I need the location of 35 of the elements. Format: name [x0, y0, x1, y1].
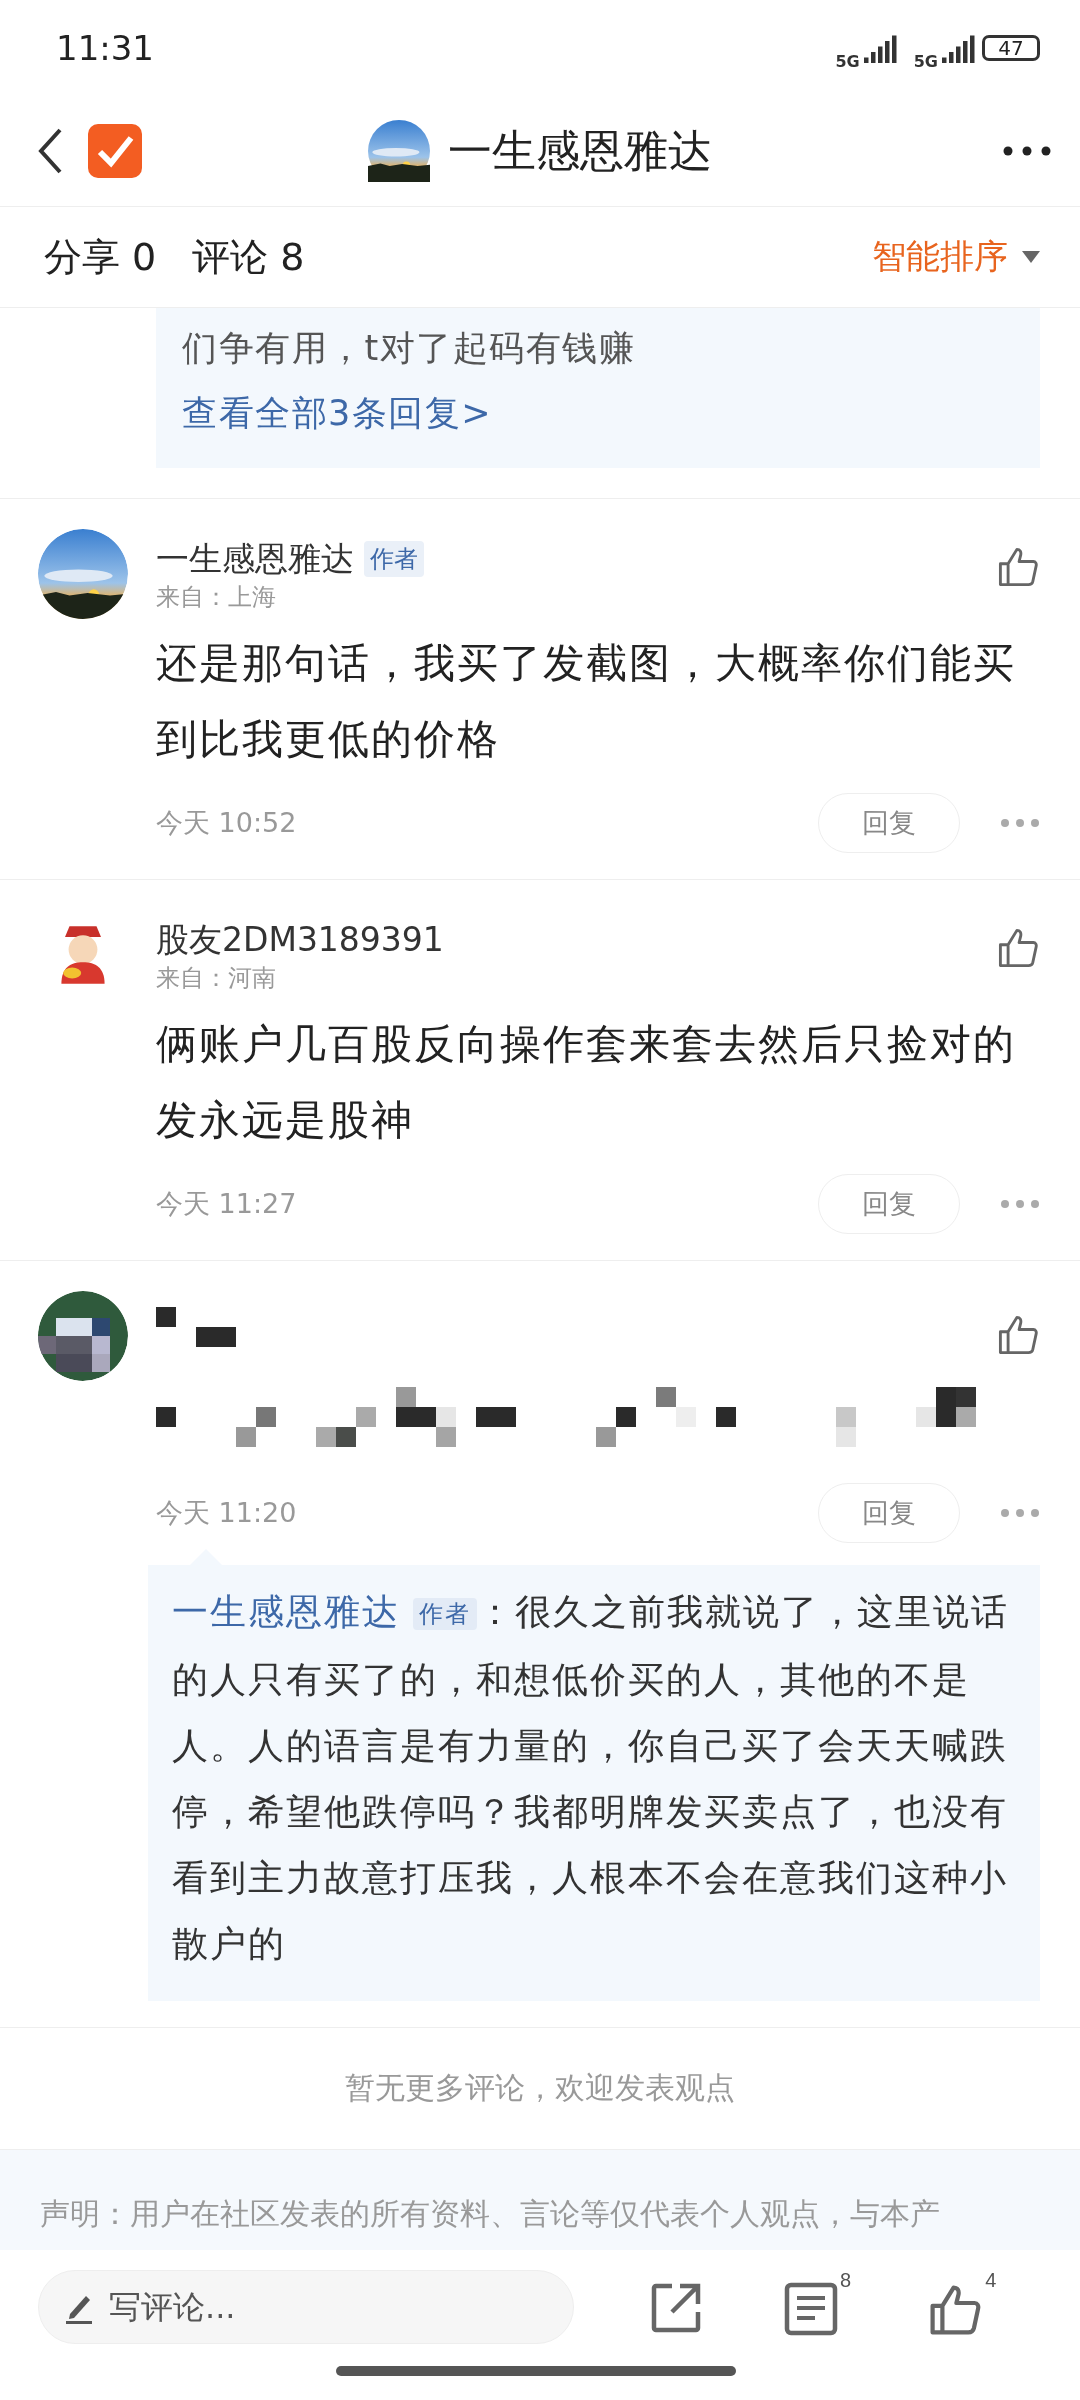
disclaimer-text: 声明：用户在社区发表的所有资料、言论等仅代表个人观点，与本产 [40, 2195, 941, 2233]
thumbs-up-icon[interactable] [996, 926, 1040, 970]
thumbs-up-icon[interactable] [996, 1313, 1040, 1357]
status-time: 11:31 [56, 28, 154, 68]
author-badge: 作者 [364, 541, 424, 577]
reply-button[interactable]: 回复 [818, 1174, 960, 1234]
like-button[interactable]: 4 [927, 2270, 997, 2338]
comment-text: 俩账户几百股反向操作套来套去然后只捡对的发永远是股神 [156, 1019, 1017, 1146]
reply-text: 一生感恩雅达 作者 ：很久之前我就说了，这里说话的人只有买了的，和想低价买的人，其他的不是人。人的语言是有力量的，你自己买了会天天喊跌停，希望他跌停吗？我都明牌发买卖点了，也没有看到主力故意打压我，人根本不会在意我们这种小散户的 [172, 1590, 1011, 1966]
battery-icon: 47 [982, 35, 1040, 61]
signal-icon [942, 33, 978, 63]
more-icon[interactable] [1002, 145, 1052, 157]
view-replies-link[interactable]: 查看全部3条回复> [182, 378, 1014, 448]
signal-icon [863, 33, 900, 63]
comment-time: 今天 10:52 [156, 806, 297, 840]
page-title: 一生感恩雅达 [448, 123, 712, 178]
caret-icon [1022, 251, 1040, 263]
location-label: 来自：上海 [156, 582, 277, 613]
comment-time: 今天 11:20 [156, 1496, 297, 1530]
comment-time: 今天 11:27 [156, 1187, 297, 1221]
network-label: 5G [835, 51, 860, 71]
comment-count[interactable]: 评论 8 [192, 231, 305, 283]
back-icon[interactable] [36, 126, 64, 176]
comment-text: 还是那句话，我买了发截图，大概率你们能买到比我更低的价格 [156, 638, 1017, 765]
user-name[interactable]: 股友2DM3189391 [156, 917, 444, 963]
location-label: 来自：河南 [156, 963, 277, 994]
reply-button[interactable]: 回复 [818, 1483, 960, 1543]
check-icon[interactable] [88, 124, 142, 178]
user-name[interactable]: 一生感恩雅达 [156, 536, 354, 582]
reply-text: 们争有用，t对了起码有钱赚 [182, 327, 637, 370]
thumbs-up-icon[interactable] [996, 545, 1040, 589]
comment-input[interactable]: 写评论... [38, 2270, 574, 2344]
share-count[interactable]: 分享 0 [44, 231, 157, 283]
reply-button[interactable]: 回复 [818, 793, 960, 853]
network-label: 5G [913, 51, 938, 71]
